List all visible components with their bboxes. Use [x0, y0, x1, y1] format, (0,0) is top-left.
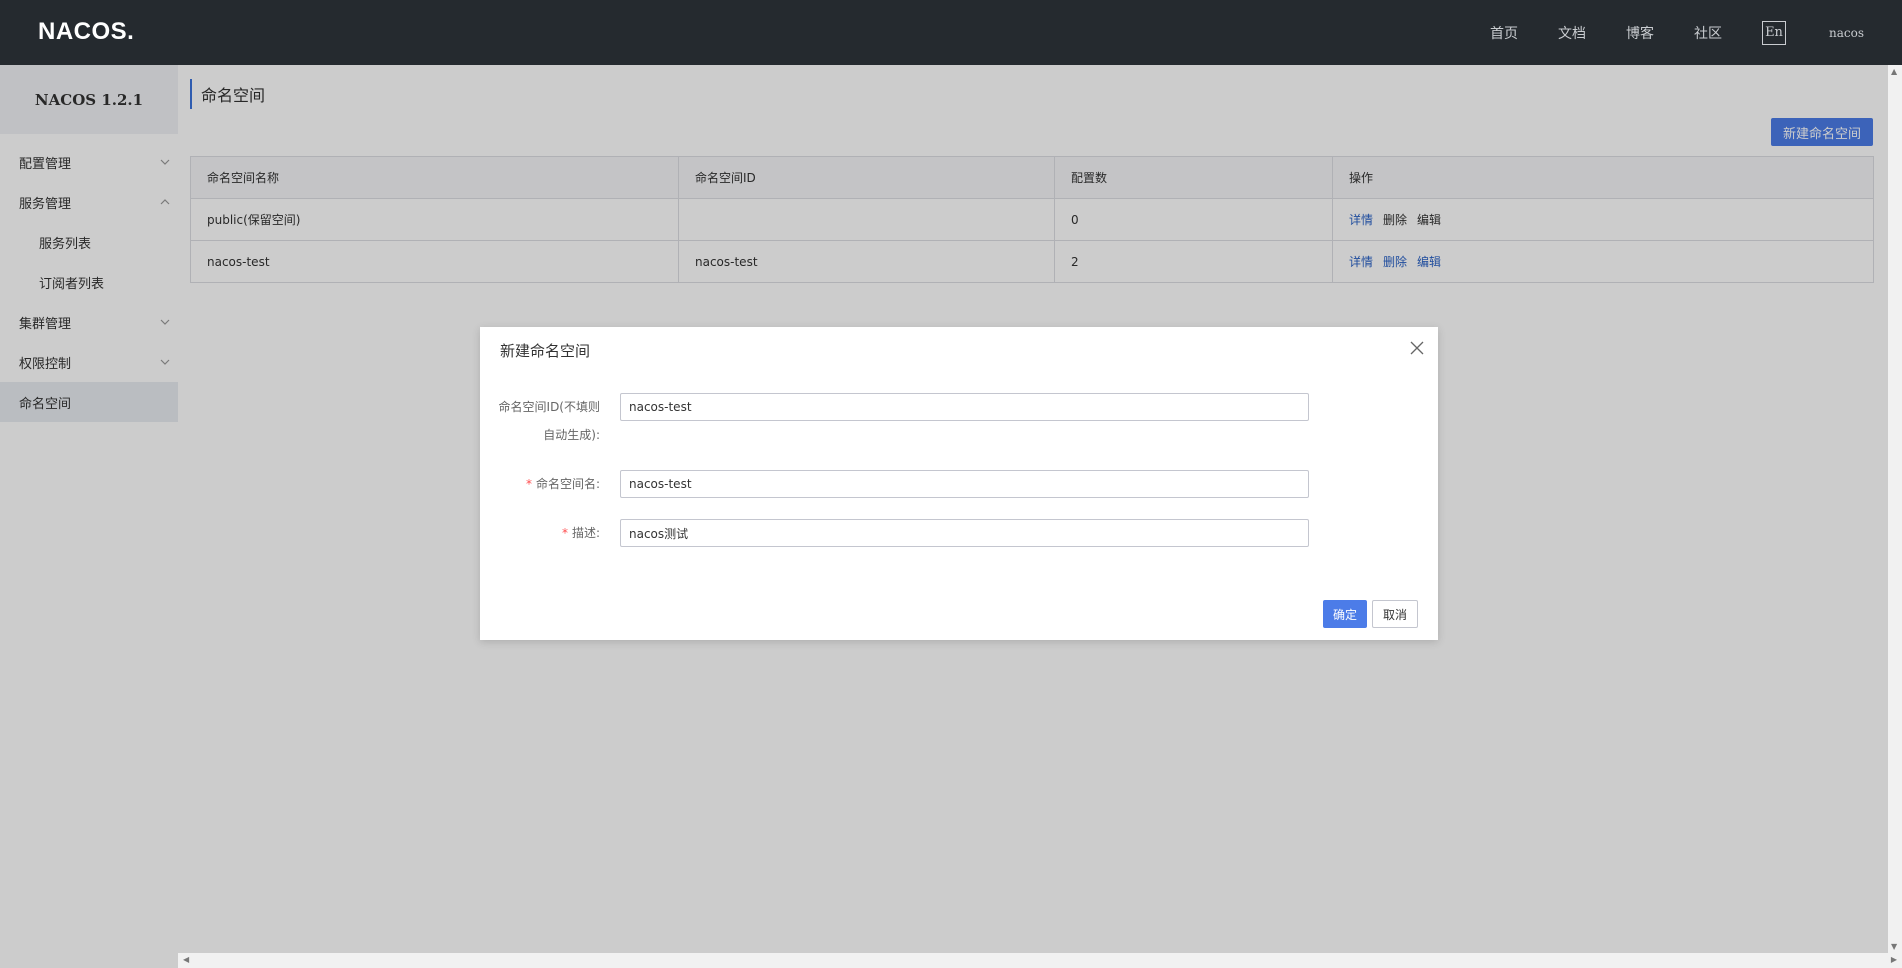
confirm-button[interactable]: 确定	[1322, 600, 1367, 628]
namespace-name-input[interactable]	[620, 470, 1309, 498]
top-navbar: NACOS. 首页 文档 博客 社区 En nacos	[0, 0, 1902, 65]
description-label: * 描述:	[561, 526, 600, 540]
nav-blog[interactable]: 博客	[1626, 23, 1654, 43]
language-switch-button[interactable]: En	[1762, 20, 1786, 45]
namespace-name-label: * 命名空间名:	[525, 477, 600, 491]
scroll-right-arrow-icon[interactable]: ▶	[1891, 955, 1897, 964]
new-namespace-dialog: 新建命名空间 命名空间ID(不填则 自动生成): *命名空间名: *描述: 确定…	[480, 327, 1438, 640]
nav-home[interactable]: 首页	[1490, 23, 1518, 43]
nav-docs[interactable]: 文档	[1558, 23, 1586, 43]
nav-community[interactable]: 社区	[1694, 23, 1722, 43]
dialog-footer: 确定 取消	[1322, 600, 1418, 628]
cancel-button[interactable]: 取消	[1371, 600, 1418, 628]
form-row-namespace-name: * 命名空间名:	[480, 470, 1438, 498]
vertical-scrollbar[interactable]: ▲ ▼	[1888, 65, 1902, 953]
scroll-down-arrow-icon[interactable]: ▼	[1891, 942, 1897, 951]
user-name[interactable]: nacos	[1829, 26, 1864, 40]
namespace-id-label: 命名空间ID(不填则 自动生成):	[498, 400, 600, 442]
horizontal-scrollbar[interactable]: ◀ ▶	[178, 953, 1902, 968]
close-icon[interactable]	[1408, 339, 1426, 357]
namespace-id-input[interactable]	[620, 393, 1309, 421]
description-input[interactable]	[620, 519, 1309, 547]
form-row-namespace-id: 命名空间ID(不填则 自动生成):	[480, 393, 1438, 449]
top-nav: 首页 文档 博客 社区 En nacos	[1490, 0, 1902, 65]
scroll-left-arrow-icon[interactable]: ◀	[183, 955, 189, 964]
scroll-up-arrow-icon[interactable]: ▲	[1891, 67, 1897, 76]
form-row-description: * 描述:	[480, 519, 1438, 547]
nacos-logo[interactable]: NACOS.	[38, 18, 134, 46]
dialog-title: 新建命名空间	[500, 342, 591, 360]
